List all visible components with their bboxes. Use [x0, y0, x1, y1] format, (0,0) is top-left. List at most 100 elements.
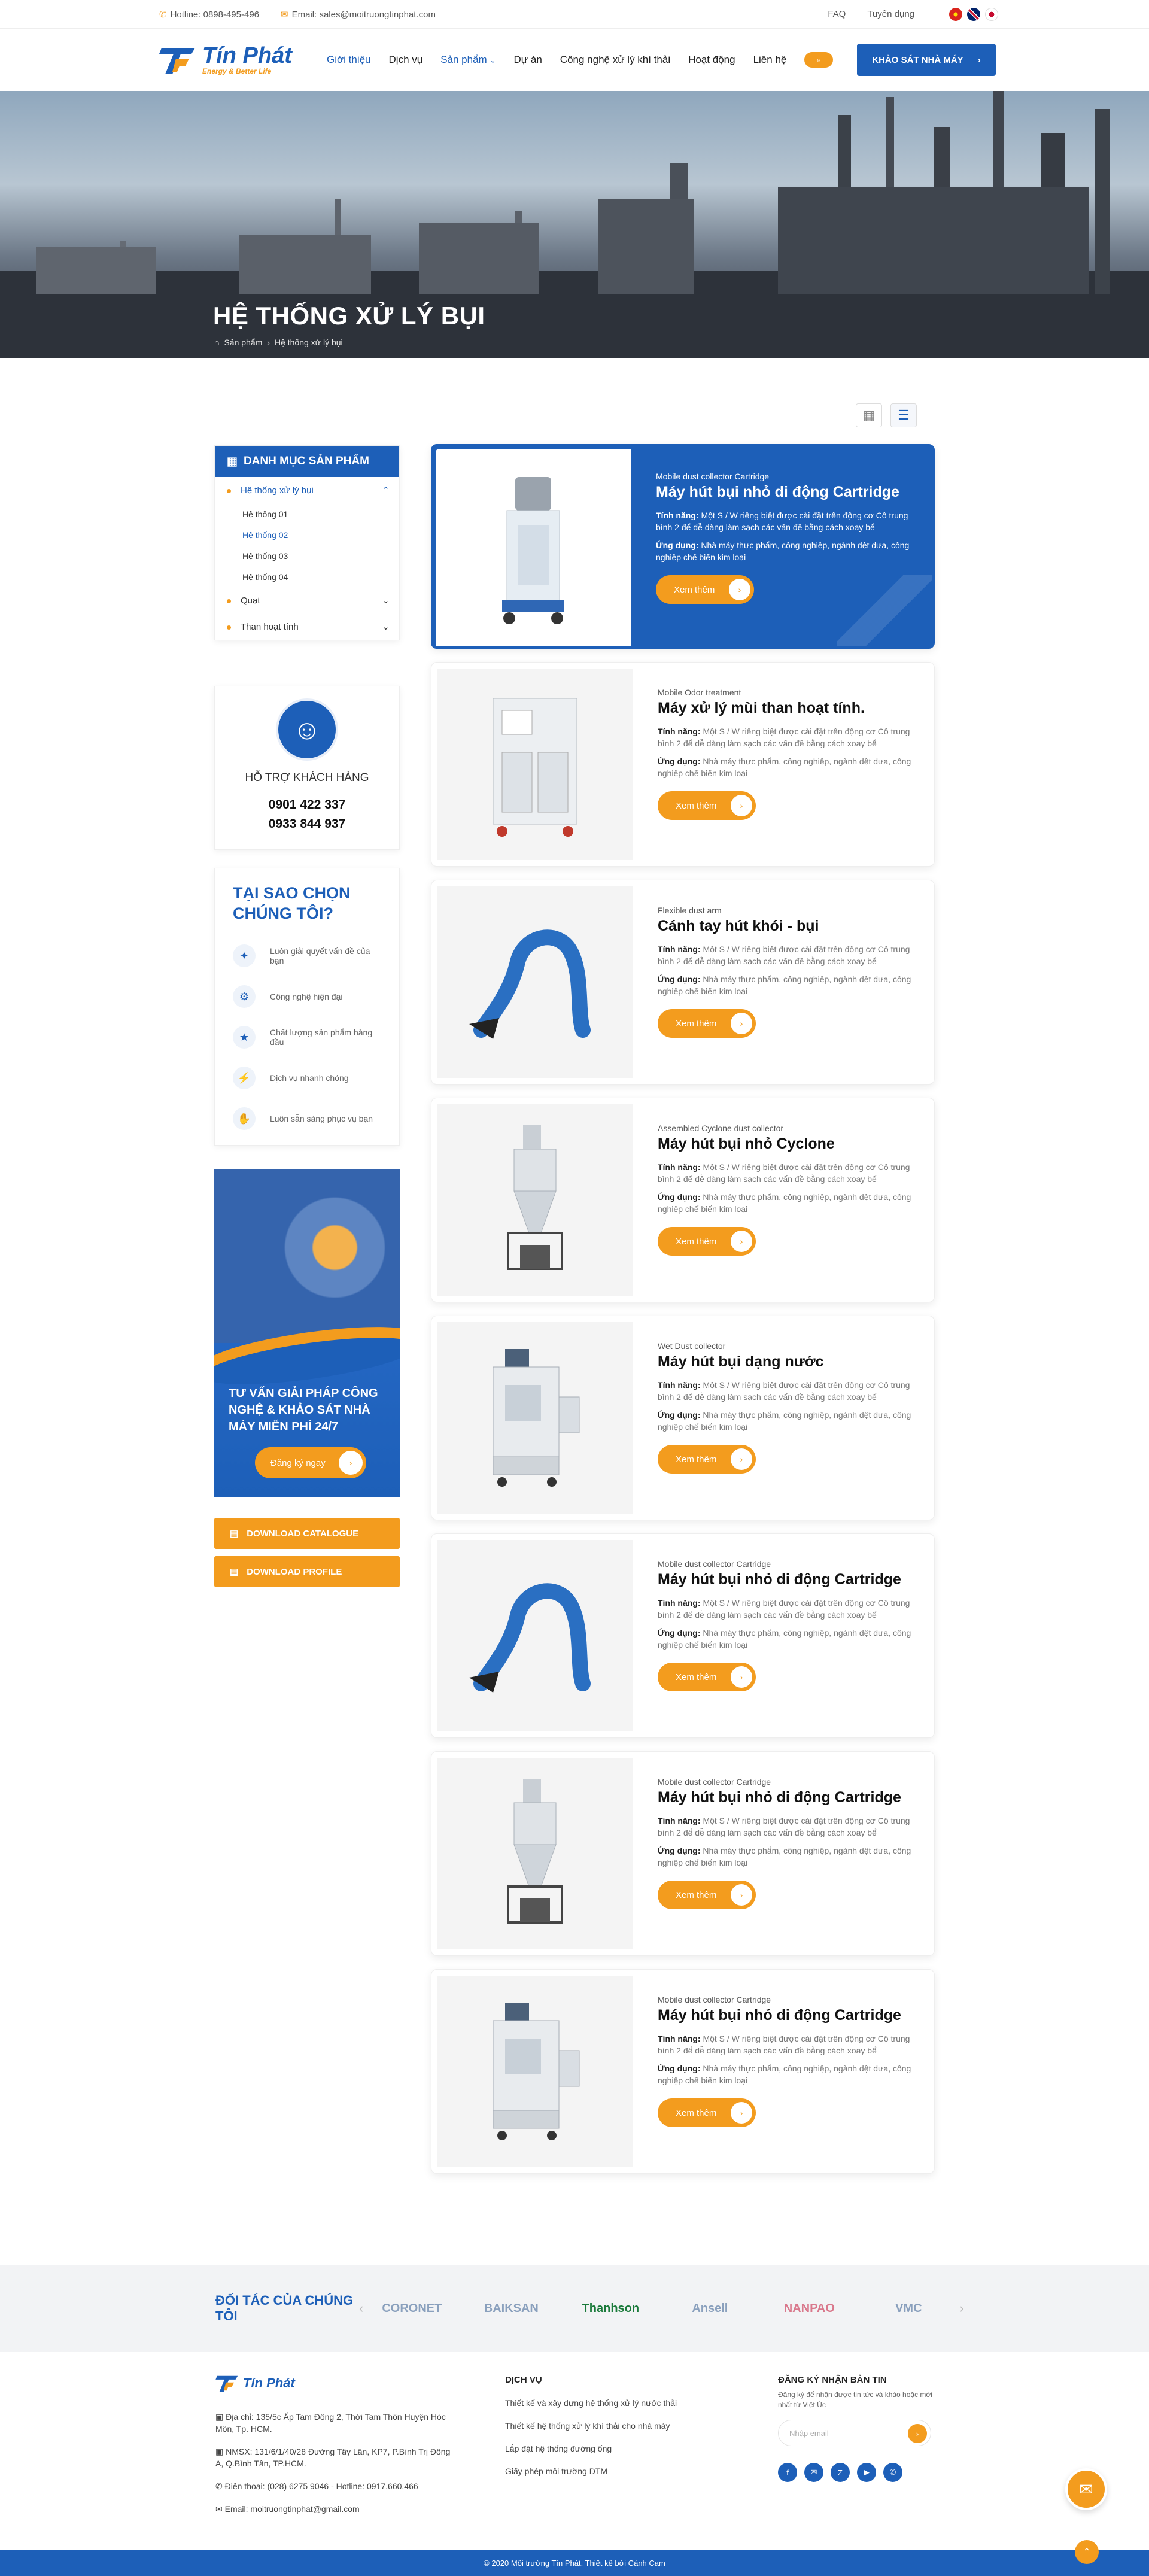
product-image [437, 1322, 633, 1514]
arrow-right-icon: › [731, 1013, 752, 1034]
mail-icon[interactable]: ✉ [804, 2463, 823, 2482]
partners-title: ĐỐI TÁC CỦA CHÚNG TÔI [215, 2293, 354, 2323]
partner-logo[interactable]: CORONET [375, 2302, 448, 2316]
product-title[interactable]: Máy hút bụi nhỏ Cyclone [658, 1135, 916, 1153]
chevron-right-icon[interactable]: › [959, 2301, 963, 2316]
view-more-button[interactable]: Xem thêm › [658, 1663, 756, 1691]
product-image [437, 1976, 633, 2167]
product-card[interactable]: Mobile dust collector Cartridge Máy hút … [431, 1969, 935, 2174]
partner-logo[interactable]: Thanhson [574, 2302, 647, 2316]
download-catalogue-button[interactable]: ▤ DOWNLOAD CATALOGUE [214, 1518, 400, 1549]
download-profile-button[interactable]: ▤ DOWNLOAD PROFILE [214, 1556, 400, 1587]
register-button-label: Đăng ký ngay [270, 1457, 326, 1468]
chevron-left-icon[interactable]: ‹ [359, 2301, 363, 2316]
partner-logo[interactable]: VMC [872, 2302, 945, 2316]
grid-view-button[interactable]: ▦ [856, 403, 882, 427]
nav-technology[interactable]: Công nghệ xử lý khí thải [560, 54, 670, 66]
list-view-button[interactable]: ☰ [890, 403, 917, 427]
subcategory-item[interactable]: Hệ thống 04 [215, 566, 399, 587]
nav-contact[interactable]: Liên hệ [753, 54, 787, 66]
messenger-button[interactable]: ✉ [1065, 2468, 1107, 2510]
flag-kr-icon[interactable] [985, 7, 998, 21]
footer-service-link[interactable]: Giấy phép môi trường DTM [505, 2465, 721, 2477]
footer-service-link[interactable]: Thiết kế và xây dựng hệ thống xử lý nước… [505, 2397, 721, 2409]
newsletter-email-input[interactable]: Nhập email › [778, 2420, 931, 2446]
product-title[interactable]: Máy hút bụi nhỏ di động Cartridge [658, 1571, 916, 1588]
product-title[interactable]: Máy hút bụi nhỏ di động Cartridge [658, 1789, 916, 1806]
footer-logo[interactable]: Tín Phát [215, 2374, 455, 2393]
category-activated-carbon[interactable]: Than hoạt tính ⌄ [215, 613, 399, 640]
product-card[interactable]: Flexible dust arm Cánh tay hút khói - bụ… [431, 880, 935, 1085]
subcategory-item[interactable]: Hệ thống 01 [215, 503, 399, 524]
usage-label: Ứng dụng: [658, 974, 701, 984]
flag-en-icon[interactable] [967, 7, 980, 21]
view-more-button[interactable]: Xem thêm › [658, 1445, 756, 1474]
back-to-top-button[interactable]: ⌃ [1075, 2540, 1099, 2564]
product-card[interactable]: Assembled Cyclone dust collector Máy hút… [431, 1098, 935, 1302]
product-card[interactable]: Mobile Odor treatment Máy xử lý mùi than… [431, 662, 935, 867]
view-more-button[interactable]: Xem thêm › [658, 791, 756, 820]
product-title[interactable]: Cánh tay hút khói - bụi [658, 918, 916, 935]
arrow-right-icon[interactable]: › [908, 2424, 927, 2443]
careers-link[interactable]: Tuyển dụng [867, 9, 914, 19]
email-link[interactable]: ✉ Email: sales@moitruongtinphat.com [281, 9, 436, 20]
product-card[interactable]: Wet Dust collector Máy hút bụi dạng nước… [431, 1316, 935, 1520]
copyright-bar: © 2020 Môi trường Tín Phát. Thiết kế bởi… [0, 2550, 1149, 2576]
product-title[interactable]: Máy hút bụi nhỏ di động Cartridge [658, 2007, 916, 2024]
view-more-button[interactable]: Xem thêm › [658, 2098, 756, 2127]
facebook-icon[interactable]: f [778, 2463, 797, 2482]
logo[interactable]: Tín Phát Energy & Better Life [159, 44, 309, 75]
breadcrumb: ⌂ Sản phẩm › Hệ thống xử lý bụi [214, 338, 343, 347]
product-title[interactable]: Máy hút bụi dạng nước [658, 1353, 916, 1371]
product-card[interactable]: Mobile dust collector Cartridge Máy hút … [431, 444, 935, 649]
home-icon[interactable]: ⌂ [214, 338, 219, 347]
footer-contact: Tín Phát ▣ Địa chỉ: 135/5c Ấp Tam Đông 2… [215, 2374, 455, 2526]
view-more-button[interactable]: Xem thêm › [658, 1881, 756, 1909]
product-title[interactable]: Máy xử lý mùi than hoạt tính. [658, 700, 916, 717]
nav-products[interactable]: Sản phẩm ⌄ [440, 54, 496, 66]
search-button[interactable]: ⌕ [804, 52, 834, 68]
subcategory-item[interactable]: Hệ thống 03 [215, 545, 399, 566]
footer-service-link[interactable]: Lắp đặt hệ thống đường ống [505, 2443, 721, 2455]
partner-logo[interactable]: Ansell [673, 2302, 746, 2316]
flag-vn-icon[interactable] [949, 7, 962, 21]
product-card[interactable]: Mobile dust collector Cartridge Máy hút … [431, 1751, 935, 1956]
category-fans[interactable]: Quạt ⌄ [215, 587, 399, 613]
view-more-button[interactable]: Xem thêm › [658, 1227, 756, 1256]
product-info: Mobile Odor treatment Máy xử lý mùi than… [633, 669, 928, 860]
nav-activities[interactable]: Hoạt động [688, 54, 735, 66]
partner-logo[interactable]: BAIKSAN [475, 2302, 548, 2316]
partner-logo[interactable]: NANPAO [773, 2302, 846, 2316]
product-feature: Tính năng: Một S / W riêng biệt được cài… [658, 1379, 916, 1403]
footer-service-link[interactable]: Thiết kế hệ thống xử lý khí thải cho nhà… [505, 2420, 721, 2432]
category-dust-systems[interactable]: Hệ thống xử lý bụi ⌃ [215, 477, 399, 503]
nav-services[interactable]: Dịch vụ [389, 54, 423, 66]
support-phone[interactable]: 0933 844 937 [215, 815, 399, 834]
category-label: Quạt [241, 595, 260, 606]
industrial-skyline-image [0, 91, 1149, 358]
page-title: HỆ THỐNG XỬ LÝ BỤI [213, 302, 485, 330]
register-button[interactable]: Đăng ký ngay › [255, 1447, 366, 1478]
usage-label: Ứng dụng: [658, 757, 701, 766]
feature-label: Tính năng: [658, 1816, 701, 1825]
product-card[interactable]: Mobile dust collector Cartridge Máy hút … [431, 1533, 935, 1738]
nav-projects[interactable]: Dự án [514, 54, 542, 66]
faq-link[interactable]: FAQ [828, 9, 846, 19]
quality-icon: ★ [233, 1026, 256, 1049]
category-menu: ▦ DANH MỤC SẢN PHẨM Hệ thống xử lý bụi ⌃… [214, 445, 400, 640]
subcategory-item[interactable]: Hệ thống 02 [215, 524, 399, 545]
breadcrumb-products[interactable]: Sản phẩm [224, 338, 262, 347]
youtube-icon[interactable]: ▶ [857, 2463, 876, 2482]
hotline-link[interactable]: ✆ Hotline: 0898-495-496 [159, 9, 259, 20]
view-more-button[interactable]: Xem thêm › [658, 1009, 756, 1038]
logo-mark-icon [215, 2375, 238, 2392]
zalo-icon[interactable]: Z [831, 2463, 850, 2482]
nav-about[interactable]: Giới thiệu [327, 54, 371, 66]
support-phone[interactable]: 0901 422 337 [215, 795, 399, 815]
view-more-button[interactable]: Xem thêm › [656, 575, 754, 604]
whatsapp-icon[interactable]: ✆ [883, 2463, 902, 2482]
chevron-down-icon: ⌄ [382, 596, 390, 606]
hand-service-icon: ✋ [233, 1107, 256, 1130]
product-title[interactable]: Máy hút bụi nhỏ di động Cartridge [656, 484, 914, 501]
survey-button[interactable]: KHẢO SÁT NHÀ MÁY › [857, 44, 996, 76]
